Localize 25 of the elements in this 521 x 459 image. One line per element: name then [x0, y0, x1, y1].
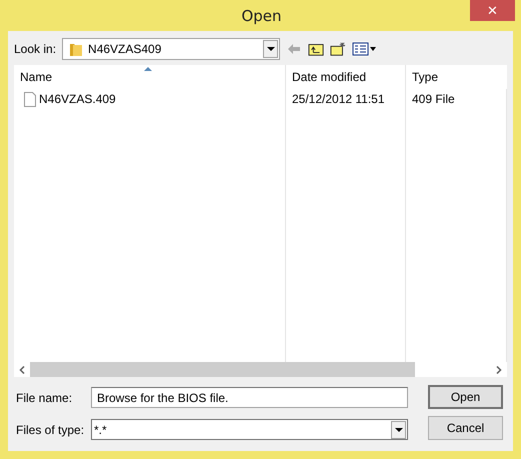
caret-icon[interactable]: [266, 47, 275, 51]
view-menu-icon[interactable]: [352, 41, 376, 57]
file-name[interactable]: N46VZAS.409: [39, 92, 116, 106]
table-cell: 409 File: [412, 92, 455, 106]
file-name-label: File name:: [15, 390, 74, 404]
column-header[interactable]: Type: [406, 65, 507, 89]
cancel-button[interactable]: Cancel: [428, 416, 503, 440]
look-in-dropdown[interactable]: N46VZAS409: [62, 38, 280, 60]
new-folder-icon[interactable]: [330, 41, 346, 57]
file-icon: [24, 92, 36, 106]
sort-arrow-icon: [144, 67, 152, 71]
scroll-left-icon[interactable]: [19, 366, 25, 374]
up-folder-icon[interactable]: [308, 41, 324, 57]
look-in-label: Look in:: [14, 42, 56, 56]
column-header[interactable]: Date modified: [286, 65, 406, 89]
window-title: Open: [240, 6, 283, 25]
file-name-field[interactable]: Browse for the BIOS file.: [91, 387, 408, 408]
folder-icon: [69, 41, 84, 57]
file-type-dropdown[interactable]: *.*: [91, 419, 408, 440]
caret-icon[interactable]: [394, 428, 402, 432]
file-type-label: Files of type:: [15, 422, 86, 436]
open-button[interactable]: Open: [428, 385, 503, 409]
close-button[interactable]: ✕: [470, 0, 515, 21]
scroll-right-icon[interactable]: [496, 366, 502, 374]
table-cell: 25/12/2012 11:51: [292, 92, 385, 106]
